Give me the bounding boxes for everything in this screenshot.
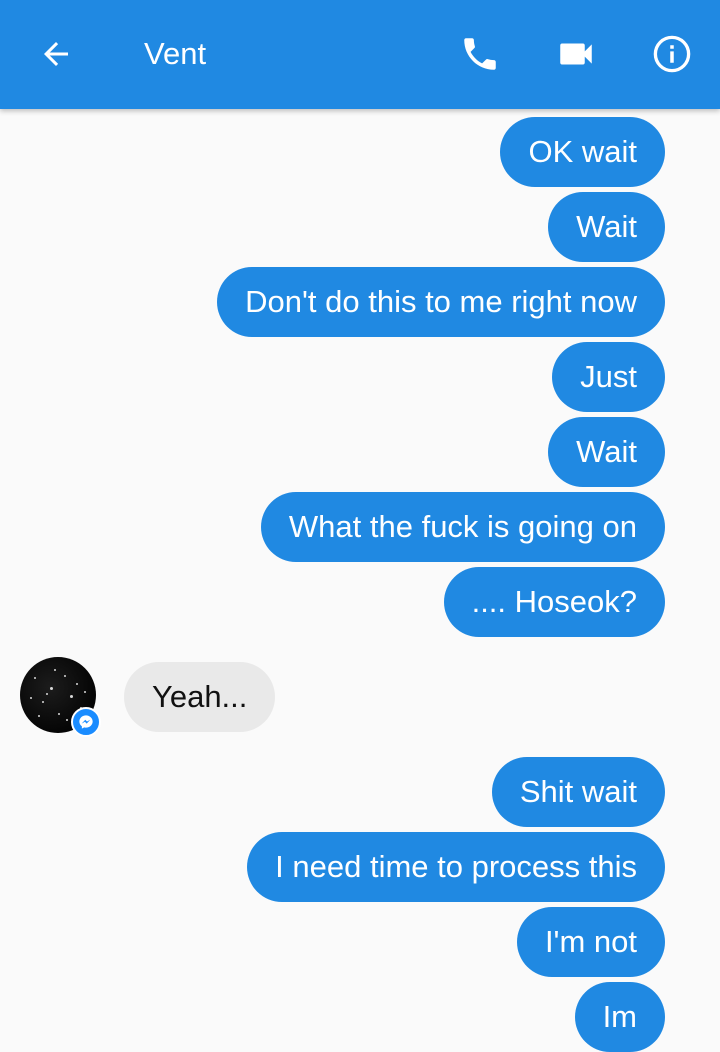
outgoing-message[interactable]: Wait bbox=[548, 192, 665, 262]
outgoing-message[interactable]: I need time to process this bbox=[247, 832, 665, 902]
info-icon bbox=[653, 35, 691, 73]
conversation-info-button[interactable] bbox=[642, 24, 702, 84]
video-call-button[interactable] bbox=[546, 24, 606, 84]
phone-icon bbox=[464, 38, 496, 70]
outgoing-message[interactable]: OK wait bbox=[500, 117, 665, 187]
outgoing-message[interactable]: Wait bbox=[548, 417, 665, 487]
outgoing-message[interactable]: Im bbox=[574, 982, 665, 1052]
outgoing-message[interactable]: .... Hoseok? bbox=[443, 567, 665, 637]
outgoing-message[interactable]: What the fuck is going on bbox=[260, 492, 665, 562]
conversation-title[interactable]: Vent bbox=[144, 34, 206, 74]
outgoing-message[interactable]: Don't do this to me right now bbox=[217, 267, 665, 337]
video-camera-icon bbox=[560, 43, 592, 65]
outgoing-message[interactable]: I'm not bbox=[516, 907, 665, 977]
messenger-badge-icon bbox=[71, 707, 101, 737]
app-bar: Vent bbox=[0, 0, 720, 109]
incoming-message[interactable]: Yeah... bbox=[124, 662, 276, 732]
outgoing-message[interactable]: Shit wait bbox=[491, 757, 665, 827]
arrow-left-icon bbox=[44, 42, 68, 66]
back-button[interactable] bbox=[26, 24, 86, 84]
outgoing-message[interactable]: Just bbox=[552, 342, 665, 412]
voice-call-button[interactable] bbox=[450, 24, 510, 84]
